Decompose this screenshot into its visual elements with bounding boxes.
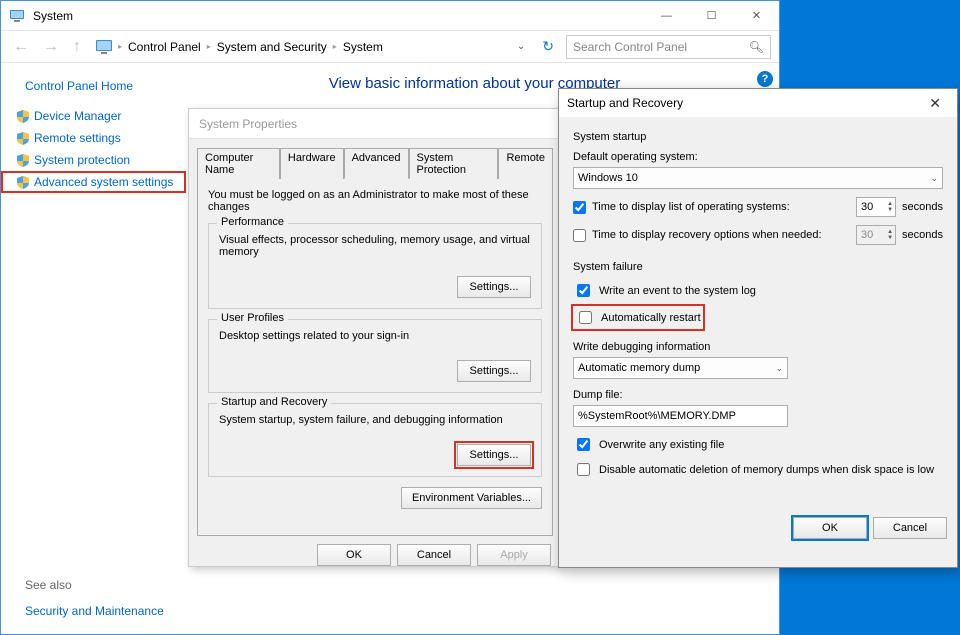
up-button[interactable]: ↑ — [69, 38, 85, 56]
tab-panel: You must be logged on as an Administrato… — [197, 178, 553, 536]
apply-button[interactable]: Apply — [477, 544, 551, 566]
breadcrumb[interactable]: ▸ Control Panel ▸ System and Security ▸ … — [91, 35, 530, 59]
time-list-spinner[interactable]: 30 ▲▼ — [856, 197, 896, 217]
minimize-button[interactable]: — — [644, 1, 689, 30]
titlebar: System — ☐ ✕ — [1, 1, 779, 31]
close-button[interactable]: ✕ — [921, 95, 949, 112]
back-button[interactable]: ← — [9, 38, 33, 56]
forward-button[interactable]: → — [39, 38, 63, 56]
ok-button[interactable]: OK — [793, 517, 867, 539]
overwrite-checkbox[interactable] — [577, 438, 590, 451]
system-properties-dialog: System Properties Computer Name Hardware… — [188, 108, 562, 567]
sidebar-item-advanced-system-settings[interactable]: Advanced system settings — [1, 171, 186, 193]
time-recovery-checkbox[interactable] — [573, 229, 586, 242]
breadcrumb-item[interactable]: Control Panel — [128, 40, 201, 54]
search-icon: 🔍︎ — [749, 40, 764, 54]
auto-restart-checkbox[interactable] — [579, 311, 592, 324]
tab-advanced[interactable]: Advanced — [344, 148, 409, 179]
disable-delete-checkbox[interactable] — [577, 463, 590, 476]
time-list-checkbox[interactable] — [573, 201, 586, 214]
shield-icon — [17, 110, 29, 123]
system-failure-group: System failure Write an event to the sys… — [573, 261, 943, 479]
chevron-down-icon: ⌄ — [775, 363, 783, 374]
startup-recovery-settings-button[interactable]: Settings... — [457, 444, 531, 466]
time-recovery-spinner[interactable]: 30 ▲▼ — [856, 225, 896, 245]
dump-file-input[interactable]: %SystemRoot%\MEMORY.DMP — [573, 405, 788, 427]
shield-icon — [17, 154, 29, 167]
navbar: ← → ↑ ▸ Control Panel ▸ System and Secur… — [1, 31, 779, 63]
chevron-down-icon: ⌄ — [930, 173, 938, 184]
dialog-titlebar: Startup and Recovery ✕ — [559, 89, 957, 117]
control-panel-home-link[interactable]: Control Panel Home — [1, 79, 186, 105]
breadcrumb-item[interactable]: System — [343, 40, 383, 54]
security-maintenance-link[interactable]: Security and Maintenance — [25, 604, 164, 618]
dialog-title: System Properties — [189, 109, 561, 139]
write-event-checkbox[interactable] — [577, 284, 590, 297]
maximize-button[interactable]: ☐ — [689, 1, 734, 30]
see-also-heading: See also — [25, 578, 164, 592]
default-os-select[interactable]: Windows 10 ⌄ — [573, 167, 943, 189]
shield-icon — [17, 176, 29, 189]
dialog-title: Startup and Recovery — [567, 96, 921, 110]
startup-recovery-dialog: Startup and Recovery ✕ System startup De… — [558, 88, 958, 568]
sidebar: Control Panel Home Device Manager Remote… — [1, 63, 186, 634]
sidebar-item-device-manager[interactable]: Device Manager — [1, 105, 186, 127]
startup-recovery-group: Startup and Recovery System startup, sys… — [208, 403, 542, 477]
tabstrip: Computer Name Hardware Advanced System P… — [197, 147, 553, 178]
breadcrumb-dropdown[interactable]: ⌄ — [517, 41, 525, 52]
window-title: System — [33, 9, 644, 23]
help-icon[interactable]: ? — [757, 71, 773, 87]
sidebar-item-system-protection[interactable]: System protection — [1, 149, 186, 171]
ok-button[interactable]: OK — [317, 544, 391, 566]
monitor-icon — [9, 8, 25, 24]
cancel-button[interactable]: Cancel — [873, 517, 947, 539]
performance-group: Performance Visual effects, processor sc… — [208, 223, 542, 309]
sidebar-item-remote-settings[interactable]: Remote settings — [1, 127, 186, 149]
system-startup-group: System startup Default operating system:… — [573, 131, 943, 245]
environment-variables-button[interactable]: Environment Variables... — [401, 487, 542, 509]
tab-hardware[interactable]: Hardware — [280, 148, 344, 179]
close-button[interactable]: ✕ — [734, 1, 779, 30]
refresh-button[interactable]: ↻ — [536, 38, 560, 55]
auto-restart-row: Automatically restart — [573, 306, 703, 329]
user-profiles-settings-button[interactable]: Settings... — [457, 360, 531, 382]
monitor-icon — [96, 40, 112, 54]
user-profiles-group: User Profiles Desktop settings related t… — [208, 319, 542, 393]
performance-settings-button[interactable]: Settings... — [457, 276, 531, 298]
shield-icon — [17, 132, 29, 145]
cancel-button[interactable]: Cancel — [397, 544, 471, 566]
admin-note: You must be logged on as an Administrato… — [208, 189, 542, 213]
tab-computer-name[interactable]: Computer Name — [197, 148, 280, 179]
tab-remote[interactable]: Remote — [498, 148, 553, 179]
tab-system-protection[interactable]: System Protection — [409, 148, 499, 179]
breadcrumb-item[interactable]: System and Security — [217, 40, 327, 54]
search-input[interactable]: Search Control Panel 🔍︎ — [566, 35, 771, 59]
write-debug-select[interactable]: Automatic memory dump ⌄ — [573, 357, 788, 379]
